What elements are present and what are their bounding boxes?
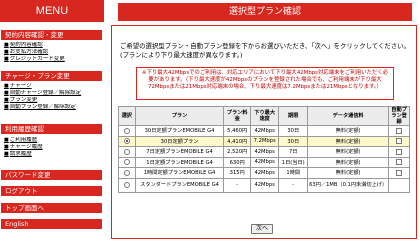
sidebar-link-auto-plan[interactable]: 自動プラン登録／解除設定 [4, 104, 100, 110]
section-heading-history[interactable]: 利用履歴確認 [1, 124, 102, 134]
table-header-row: 選択 プラン プラン料金 下り最大速度 期限 データ通信料 自動プラン登録 [118, 106, 410, 126]
notice-box: ※下り最大42Mbpsでのご利用は、対応エリアにおいて下り最大42Mbps対応端… [136, 67, 394, 100]
header-select: 選択 [118, 106, 136, 126]
header-price: プラン料金 [223, 106, 251, 126]
auto-plan-checkbox[interactable] [396, 159, 403, 165]
auto-plan-cell [388, 177, 410, 193]
speed-cell: 42Mbps [249, 146, 280, 158]
price-cell: 5,460円 [223, 125, 251, 137]
select-cell [118, 125, 136, 137]
price-cell: 630円 [223, 156, 251, 168]
section-heading-charge-plan[interactable]: チャージ・プラン変更 [1, 71, 102, 81]
header-data-fee: データ通信料 [307, 106, 390, 126]
plan-radio[interactable] [123, 169, 130, 176]
price-cell: 2,520円 [223, 146, 251, 158]
sidebar-item-top[interactable]: トップ画面へ [1, 203, 102, 213]
header-plan: プラン [134, 106, 225, 126]
header-auto-plan: 自動プラン登録 [388, 106, 410, 126]
sidebar-link-payment-method[interactable]: お支払方法確認 [4, 49, 100, 55]
table-row: 30日定額プラン 4,410円 7.2Mbps 30日 無料(定額) [118, 135, 410, 147]
speed-cell: 42Mbps [249, 156, 280, 168]
price-cell: 4,410円 [223, 135, 251, 147]
speed-cell: 42Mbps [249, 177, 280, 193]
intro-text: ご希望の選択型プラン・自動プラン登録を下からお選びいただき、「次へ」をクリックし… [120, 42, 410, 59]
select-cell [118, 167, 136, 179]
term-cell: 30日 [278, 125, 309, 137]
select-cell [118, 177, 136, 193]
auto-plan-cell [388, 135, 410, 147]
table-row: 1時間定額プランEMOBILE G4 315円 42Mbps 1時間 無料(定額) [118, 167, 410, 179]
plan-name-cell: 7日定額プランEMOBILE G4 [134, 146, 225, 158]
data-fee-cell: 無料(定額) [307, 125, 390, 137]
plan-name-cell: 1時間定額プランEMOBILE G4 [134, 167, 225, 179]
plan-name-cell: 30日定額プランEMOBILE G4 [134, 125, 225, 137]
select-cell [118, 135, 136, 147]
speed-cell: 42Mbps [249, 125, 280, 137]
speed-cell: 42Mbps [249, 167, 280, 179]
data-fee-cell: 無料(定額) [307, 135, 390, 147]
sidebar-link-charge-history[interactable]: チャージ履歴 [4, 144, 100, 150]
sidebar-item-logout[interactable]: ログアウト [1, 186, 102, 196]
auto-plan-checkbox[interactable] [396, 138, 403, 144]
data-fee-cell: 無料(定額) [307, 156, 390, 168]
plan-radio[interactable] [123, 148, 130, 155]
auto-plan-checkbox[interactable] [396, 127, 403, 134]
header-term: 期限 [278, 106, 309, 126]
term-cell: 1時間 [278, 167, 309, 179]
menu-title: MENU [0, 0, 104, 22]
term-cell: - [278, 177, 309, 193]
table-row: 1日定額プランEMOBILE G4 630円 42Mbps 1日(当日) 無料(定額) [118, 156, 410, 168]
price-cell: 315円 [223, 167, 251, 179]
sidebar-link-charge[interactable]: チャージ [4, 83, 100, 89]
data-fee-cell: 無料(定額) [307, 167, 390, 179]
auto-plan-checkbox[interactable] [396, 169, 403, 176]
data-fee-cell: 63円／1MB（0.1円未満切上げ） [307, 177, 390, 193]
auto-plan-cell [388, 156, 410, 168]
table-row: 7日定額プランEMOBILE G4 2,520円 42Mbps 7日 無料(定額) [118, 146, 410, 158]
sidebar-link-billing-history[interactable]: 請求履歴 [4, 151, 100, 157]
plan-radio[interactable] [123, 138, 130, 144]
plan-name-cell: 30日定額プラン [134, 135, 225, 147]
table-row: スタンダードプランEMOBILE G4-42Mbps -63円／1MB（0.1円未… [118, 177, 410, 193]
select-cell [118, 146, 136, 158]
speed-cell: 7.2Mbps [249, 135, 280, 147]
plan-radio[interactable] [123, 181, 130, 188]
header-speed: 下り最大速度 [249, 106, 280, 126]
next-button[interactable]: 次へ [251, 224, 273, 234]
term-cell: 30日 [278, 135, 309, 147]
sidebar-item-english[interactable]: English [1, 219, 102, 229]
auto-plan-checkbox[interactable] [396, 148, 403, 155]
auto-plan-cell [388, 146, 410, 158]
section-heading-contract[interactable]: 契約内容確認・変更 [1, 30, 102, 40]
plan-radio[interactable] [123, 127, 130, 134]
plan-name-cell: 1日定額プランEMOBILE G4 [134, 156, 225, 168]
plan-table: 選択 プラン プラン料金 下り最大速度 期限 データ通信料 自動プラン登録 30… [118, 106, 410, 193]
price-cell: - [223, 177, 251, 193]
page-title: 選択型プラン確認 [118, 3, 412, 21]
term-cell: 1日(当日) [278, 156, 309, 168]
term-cell: 7日 [278, 146, 309, 158]
sidebar-link-contract-info[interactable]: 契約内容確認 [4, 42, 100, 48]
sidebar-link-plan-change[interactable]: プラン変更 [4, 97, 100, 103]
sidebar-link-usage-history[interactable]: ご利用履歴 [4, 137, 100, 143]
plan-name-cell: スタンダードプランEMOBILE G4 [134, 177, 225, 193]
sidebar: MENU 契約内容確認・変更 契約内容確認 お支払方法確認 クレジットカード変更… [0, 0, 104, 241]
auto-plan-cell [388, 167, 410, 179]
sidebar-link-auto-charge[interactable]: 自動チャージ登録／解除設定 [4, 90, 100, 96]
select-cell [118, 156, 136, 168]
data-fee-cell: 無料(定額) [307, 146, 390, 158]
table-row: 30日定額プランEMOBILE G4 5,460円 42Mbps 30日 無料(定額) [118, 125, 410, 137]
auto-plan-cell [388, 125, 410, 137]
sidebar-item-password[interactable]: パスワード変更 [1, 170, 102, 180]
sidebar-link-credit-card[interactable]: クレジットカード変更 [4, 56, 100, 62]
plan-radio[interactable] [123, 159, 130, 165]
